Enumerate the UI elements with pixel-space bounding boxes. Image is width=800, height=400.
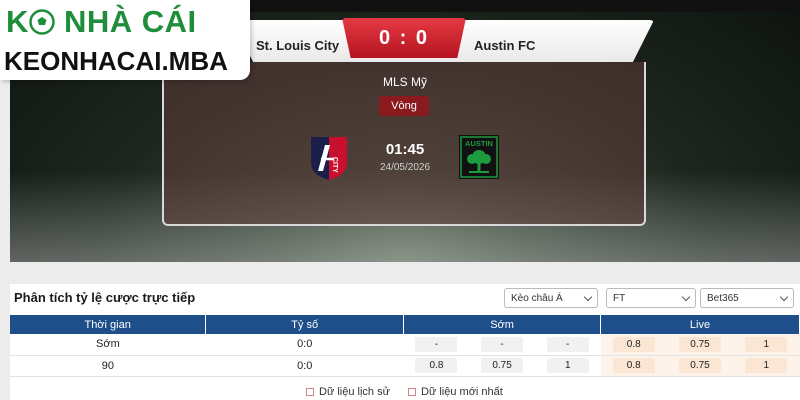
table-row[interactable]: Sớm 0:0 - - - 0.8 0.75 1 (10, 334, 800, 356)
odds-cell: 1 (745, 358, 788, 373)
svg-text:CITY: CITY (331, 157, 338, 173)
legend-latest: Dữ liệu mới nhất (408, 386, 503, 398)
row-time: Sớm (10, 334, 206, 356)
legend-label: Dữ liệu mới nhất (421, 386, 503, 398)
chevron-down-icon (583, 292, 593, 302)
odds-type-select[interactable]: Kèo châu Á (504, 288, 598, 308)
row-score: 0:0 (205, 355, 404, 377)
row-time: 90 (10, 355, 206, 377)
brand-domain: KEONHACAI.MBA (4, 46, 228, 76)
legend-label: Dữ liệu lịch sử (319, 386, 390, 398)
score: 0 : 0 (342, 18, 466, 58)
select-value: Bet365 (707, 292, 739, 304)
soccer-ball-icon (29, 9, 55, 35)
odds-cell: - (546, 336, 589, 352)
odds-analysis-section: Phân tích tỷ lệ cược trực tiếp Kèo châu … (10, 284, 800, 400)
legend-swatch (306, 388, 314, 396)
table-row[interactable]: 90 0:0 0.8 0.75 1 0.8 0.75 1 (10, 355, 800, 377)
page: St. Louis City Austin FC 0 : 0 MLS Mỹ Vò… (0, 0, 800, 400)
brand-title-rest: NHÀ CÁI (54, 4, 197, 39)
away-team-name[interactable]: Austin FC (474, 38, 535, 53)
column-header-live: Live (600, 315, 800, 334)
row-early-odds: - - - (403, 334, 601, 356)
odds-cell: 0.75 (481, 358, 524, 373)
odds-cell: 0.8 (612, 358, 655, 373)
bookmaker-select[interactable]: Bet365 (700, 288, 794, 308)
svg-text:AUSTIN: AUSTIN (465, 139, 493, 148)
row-live-odds: 0.8 0.75 1 (600, 355, 800, 377)
match-date: 24/05/2026 (379, 162, 431, 173)
legend-swatch (408, 388, 416, 396)
odds-cell: 0.8 (415, 358, 458, 373)
league-name[interactable]: MLS Mỹ (370, 75, 440, 89)
column-header-score: Tỷ số (205, 315, 405, 334)
column-header-time: Thời gian (10, 315, 207, 334)
odds-cell: - (415, 336, 458, 352)
legend-history: Dữ liệu lịch sử (306, 386, 390, 398)
home-team-name[interactable]: St. Louis City (256, 38, 339, 53)
odds-cell: 1 (546, 358, 589, 373)
table-header-row: Thời gian Tỷ số Sớm Live (10, 315, 800, 334)
austin-fc-logo-icon: AUSTIN (459, 135, 499, 179)
odds-table: Thời gian Tỷ số Sớm Live Sớm 0:0 - - - 0… (10, 315, 800, 377)
odds-cell: 0.75 (679, 358, 722, 373)
site-brand-logo[interactable]: K NHÀ CÁI KEONHACAI.MBA (0, 0, 250, 80)
brand-title: K NHÀ CÁI (6, 4, 197, 40)
section-title: Phân tích tỷ lệ cược trực tiếp (14, 290, 196, 305)
row-live-odds: 0.8 0.75 1 (600, 334, 800, 356)
column-header-early: Sớm (403, 315, 602, 334)
kickoff-time: 01:45 (385, 141, 425, 158)
round-badge: Vòng (379, 96, 429, 116)
odds-cell: 0.75 (679, 336, 722, 352)
st-louis-city-logo-icon: CITY (311, 137, 347, 180)
chevron-down-icon (681, 292, 691, 302)
brand-title-k: K (6, 4, 29, 39)
select-value: Kèo châu Á (511, 292, 563, 304)
row-early-odds: 0.8 0.75 1 (403, 355, 601, 377)
chevron-down-icon (779, 292, 789, 302)
period-select[interactable]: FT (606, 288, 696, 308)
odds-cell: 1 (745, 336, 788, 352)
odds-cell: - (481, 336, 524, 352)
select-value: FT (613, 292, 626, 304)
row-score: 0:0 (205, 334, 404, 356)
odds-cell: 0.8 (612, 336, 655, 352)
